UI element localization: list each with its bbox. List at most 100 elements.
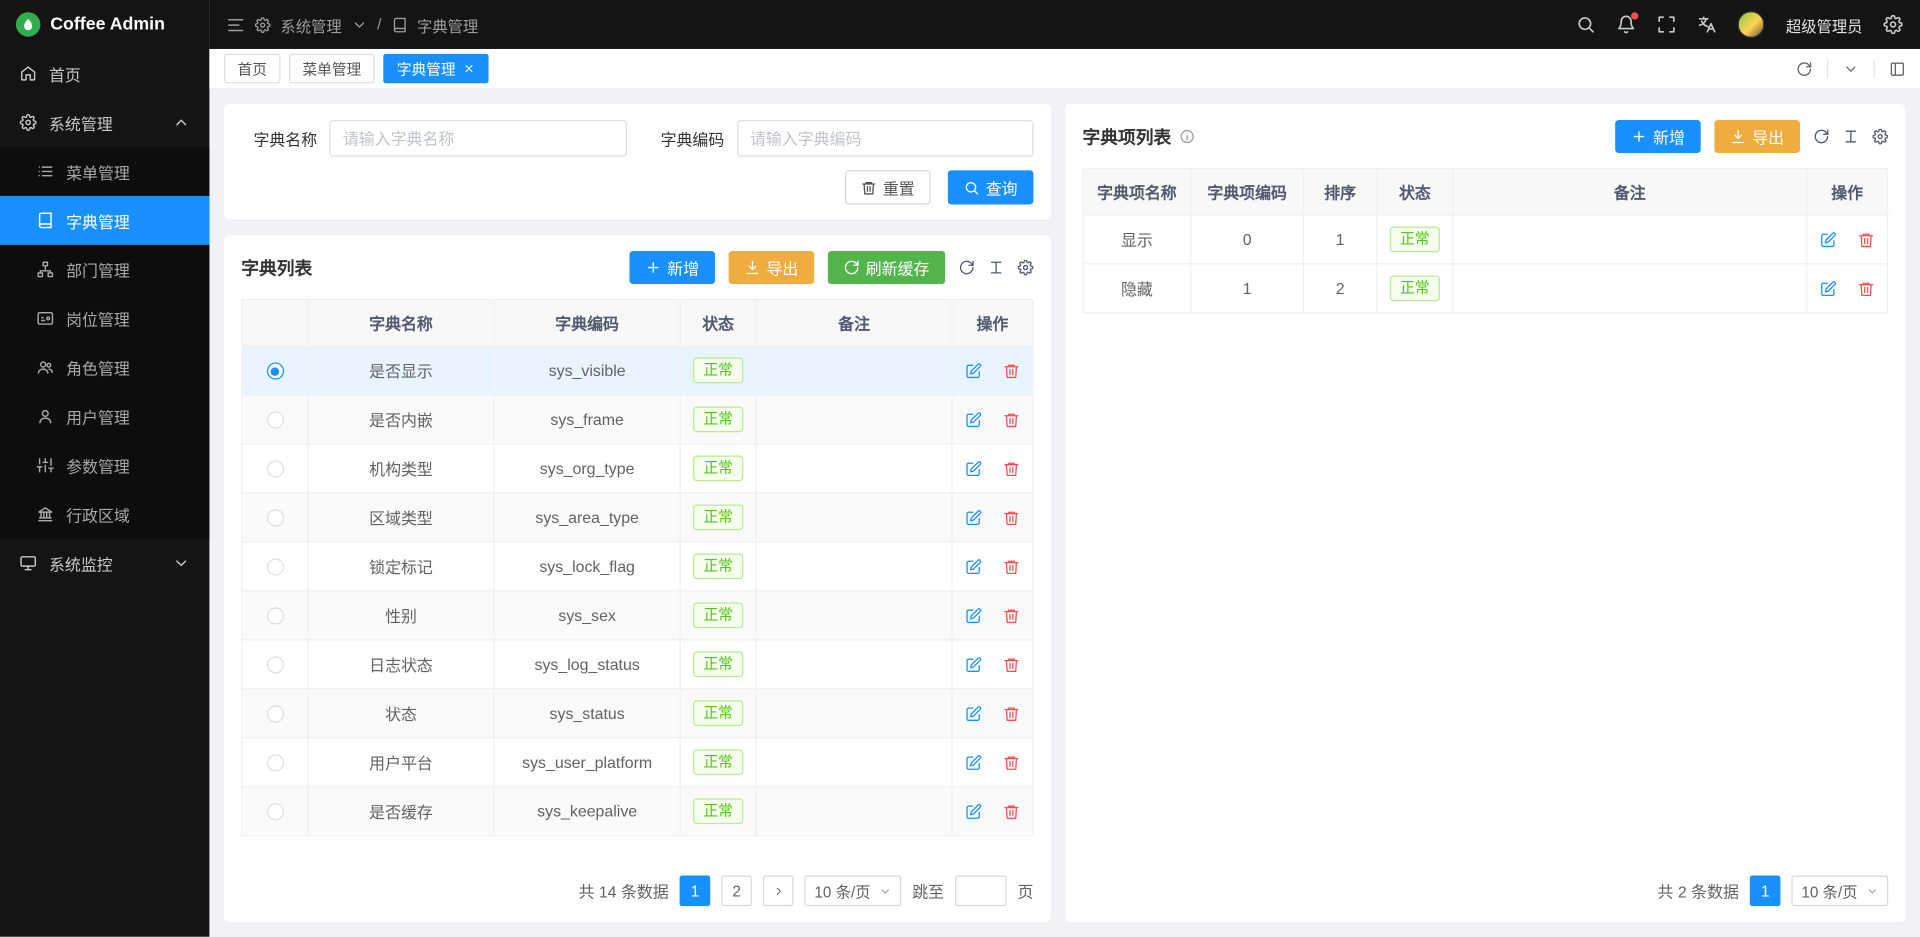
export-dict-button[interactable]: 导出 bbox=[729, 251, 815, 284]
edit-icon[interactable] bbox=[965, 363, 982, 380]
sidebar-item-param-management[interactable]: 参数管理 bbox=[0, 441, 209, 490]
table-row[interactable]: 日志状态 sys_log_status 正常 bbox=[242, 640, 1033, 689]
edit-icon[interactable] bbox=[965, 706, 982, 723]
table-row[interactable]: 用户平台 sys_user_platform 正常 bbox=[242, 738, 1033, 787]
refresh-icon[interactable] bbox=[1796, 61, 1812, 77]
tab-menu-management[interactable]: 菜单管理 bbox=[289, 54, 375, 83]
table-refresh-button[interactable] bbox=[959, 260, 975, 276]
dict-items-table: 字典项名称 字典项编码 排序 状态 备注 操作 显示 0 1 bbox=[1082, 168, 1888, 314]
dict-name-input[interactable] bbox=[329, 120, 626, 157]
settings-gear-icon[interactable] bbox=[1883, 15, 1903, 35]
row-radio[interactable] bbox=[266, 657, 283, 674]
sidebar-item-admin-region[interactable]: 行政区域 bbox=[0, 490, 209, 539]
edit-icon[interactable] bbox=[965, 755, 982, 772]
query-button[interactable]: 查询 bbox=[948, 170, 1034, 204]
dict-code-input[interactable] bbox=[737, 120, 1034, 157]
delete-icon[interactable] bbox=[1003, 461, 1020, 478]
delete-icon[interactable] bbox=[1003, 657, 1020, 674]
refresh-cache-button[interactable]: 刷新缓存 bbox=[828, 251, 946, 284]
tab-dict-management[interactable]: 字典管理 bbox=[383, 54, 488, 83]
row-radio[interactable] bbox=[266, 510, 283, 527]
sidebar-item-home[interactable]: 首页 bbox=[0, 49, 209, 98]
edit-icon[interactable] bbox=[965, 657, 982, 674]
chevron-down-icon[interactable] bbox=[1843, 61, 1859, 77]
next-page-button[interactable] bbox=[763, 876, 794, 907]
edit-icon[interactable] bbox=[1819, 281, 1836, 298]
translate-icon[interactable] bbox=[1698, 15, 1718, 35]
edit-icon[interactable] bbox=[965, 559, 982, 576]
breadcrumb-section[interactable]: 系统管理 bbox=[280, 13, 341, 36]
avatar[interactable] bbox=[1738, 11, 1765, 38]
sidebar-item-menu-management[interactable]: 菜单管理 bbox=[0, 147, 209, 196]
table-settings-button[interactable] bbox=[1018, 260, 1034, 276]
edit-icon[interactable] bbox=[965, 510, 982, 527]
notifications-button[interactable] bbox=[1617, 15, 1637, 35]
delete-icon[interactable] bbox=[1003, 608, 1020, 625]
row-radio[interactable] bbox=[266, 755, 283, 772]
table-row[interactable]: 区域类型 sys_area_type 正常 bbox=[242, 493, 1033, 542]
sidebar-item-post-management[interactable]: 岗位管理 bbox=[0, 294, 209, 343]
table-row[interactable]: 锁定标记 sys_lock_flag 正常 bbox=[242, 542, 1033, 591]
sidebar-item-role-management[interactable]: 角色管理 bbox=[0, 343, 209, 392]
sidebar-item-dict-management[interactable]: 字典管理 bbox=[0, 196, 209, 245]
edit-icon[interactable] bbox=[965, 608, 982, 625]
org-tree-icon bbox=[37, 261, 54, 278]
delete-icon[interactable] bbox=[1003, 363, 1020, 380]
sidebar-item-system-management[interactable]: 系统管理 bbox=[0, 98, 209, 147]
table-row[interactable]: 性别 sys_sex 正常 bbox=[242, 591, 1033, 640]
row-radio[interactable] bbox=[266, 412, 283, 429]
page-button-1[interactable]: 1 bbox=[680, 876, 711, 907]
table-row[interactable]: 机构类型 sys_org_type 正常 bbox=[242, 444, 1033, 493]
table-row[interactable]: 是否显示 sys_visible 正常 bbox=[242, 346, 1033, 395]
delete-icon[interactable] bbox=[1858, 281, 1875, 298]
breadcrumb-page[interactable]: 字典管理 bbox=[417, 13, 478, 36]
row-radio[interactable] bbox=[266, 608, 283, 625]
page-size-select[interactable]: 10 条/页 bbox=[805, 876, 902, 907]
delete-icon[interactable] bbox=[1858, 232, 1875, 249]
delete-icon[interactable] bbox=[1003, 412, 1020, 429]
sidebar-item-user-management[interactable]: 用户管理 bbox=[0, 392, 209, 441]
delete-icon[interactable] bbox=[1003, 559, 1020, 576]
add-dict-item-button[interactable]: 新增 bbox=[1615, 120, 1701, 153]
add-dict-button[interactable]: 新增 bbox=[629, 251, 715, 284]
delete-icon[interactable] bbox=[1003, 510, 1020, 527]
reset-button[interactable]: 重置 bbox=[845, 170, 931, 204]
delete-icon[interactable] bbox=[1003, 804, 1020, 821]
page-button-2[interactable]: 2 bbox=[721, 876, 752, 907]
search-icon[interactable] bbox=[1577, 15, 1597, 35]
remark-cell bbox=[756, 542, 952, 591]
edit-icon[interactable] bbox=[965, 412, 982, 429]
sidebar-item-system-monitor[interactable]: 系统监控 bbox=[0, 539, 209, 588]
username[interactable]: 超级管理员 bbox=[1786, 13, 1863, 36]
page-button-1[interactable]: 1 bbox=[1750, 876, 1781, 907]
table-row[interactable]: 显示 0 1 正常 bbox=[1083, 215, 1887, 264]
table-row[interactable]: 是否缓存 sys_keepalive 正常 bbox=[242, 787, 1033, 836]
table-row[interactable]: 是否内嵌 sys_frame 正常 bbox=[242, 395, 1033, 444]
delete-icon[interactable] bbox=[1003, 755, 1020, 772]
jump-page-input[interactable] bbox=[955, 876, 1006, 907]
fullscreen-icon[interactable] bbox=[1657, 15, 1677, 35]
page-size-select[interactable]: 10 条/页 bbox=[1792, 876, 1889, 907]
table-settings-button[interactable] bbox=[1872, 129, 1888, 145]
sidebar-item-dept-management[interactable]: 部门管理 bbox=[0, 245, 209, 294]
export-dict-items-button[interactable]: 导出 bbox=[1714, 120, 1800, 153]
table-refresh-button[interactable] bbox=[1813, 129, 1829, 145]
row-radio[interactable] bbox=[266, 363, 283, 380]
row-radio[interactable] bbox=[266, 706, 283, 723]
row-radio[interactable] bbox=[266, 559, 283, 576]
table-row[interactable]: 隐藏 1 2 正常 bbox=[1083, 264, 1887, 313]
dict-code-cell: sys_lock_flag bbox=[494, 542, 680, 591]
edit-icon[interactable] bbox=[1819, 232, 1836, 249]
row-radio[interactable] bbox=[266, 804, 283, 821]
tab-home[interactable]: 首页 bbox=[224, 54, 280, 83]
close-icon[interactable] bbox=[463, 62, 475, 74]
edit-icon[interactable] bbox=[965, 461, 982, 478]
table-density-button[interactable] bbox=[1843, 129, 1859, 145]
delete-icon[interactable] bbox=[1003, 706, 1020, 723]
layout-icon[interactable] bbox=[1889, 61, 1905, 77]
table-density-button[interactable] bbox=[988, 260, 1004, 276]
edit-icon[interactable] bbox=[965, 804, 982, 821]
collapse-sidebar-icon[interactable] bbox=[227, 15, 245, 33]
table-row[interactable]: 状态 sys_status 正常 bbox=[242, 689, 1033, 738]
row-radio[interactable] bbox=[266, 461, 283, 478]
